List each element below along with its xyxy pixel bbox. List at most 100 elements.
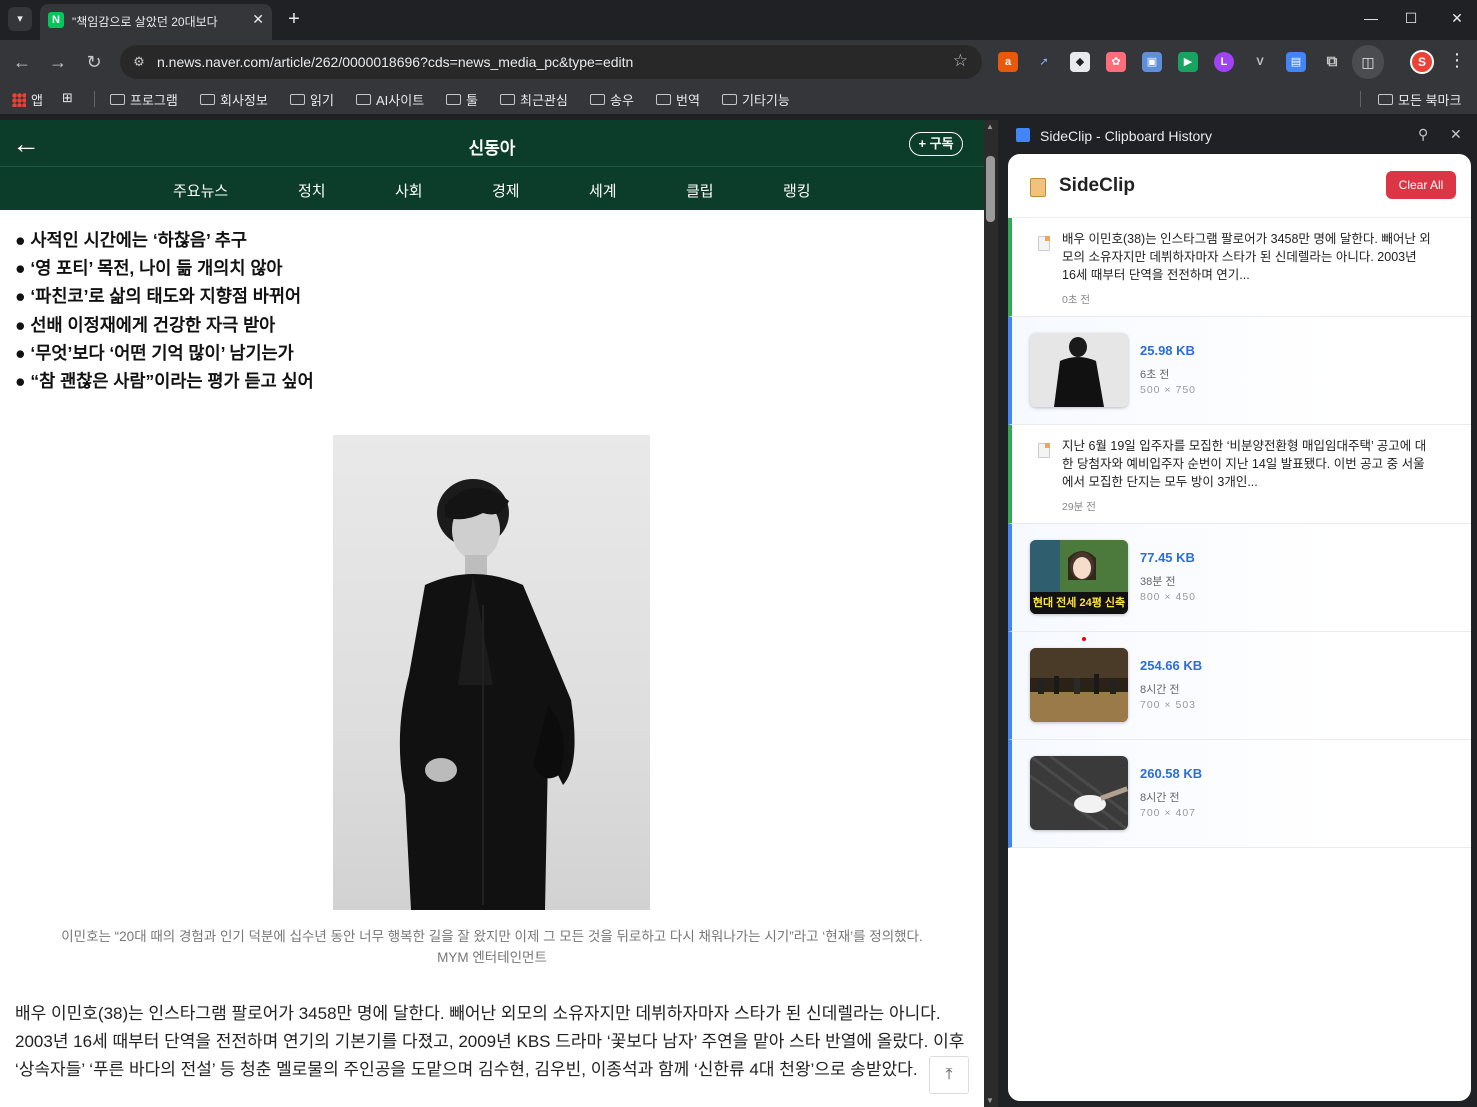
scroll-up-icon[interactable]: ▲ (986, 122, 994, 131)
active-tab[interactable]: N "책임감으로 살았던 20대보다 ✕ (40, 4, 272, 40)
clip-thumbnail (1030, 648, 1128, 722)
clip-time: 6초 전 (1140, 369, 1170, 381)
minimize-button[interactable]: — (1356, 6, 1386, 30)
extension-7-icon[interactable]: L (1214, 52, 1234, 72)
extensions-puzzle-icon[interactable]: ⧉ (1322, 52, 1342, 72)
bookmarks-bar: 앱 ⊞ 프로그램 회사정보 읽기 AI사이트 툴 최근관심 송우 번역 기타기능… (0, 84, 1477, 114)
sideclip-extension-icon[interactable]: ▤ (1286, 52, 1306, 72)
highlight-item: ● 선배 이정재에게 건강한 자극 받아 (15, 314, 276, 335)
clip-dimensions: 700 × 503 (1140, 699, 1197, 711)
bookmark-folder[interactable]: 회사정보 (200, 90, 268, 109)
extension-3-icon[interactable]: ◆ (1070, 52, 1090, 72)
sideclip-icon (1016, 128, 1030, 142)
clip-item-image[interactable]: 25.98 KB 6초 전 500 × 750 (1008, 317, 1471, 425)
reload-button[interactable]: ↻ (82, 50, 106, 74)
back-button[interactable]: ← (10, 50, 34, 74)
bookmark-folder[interactable]: 송우 (590, 90, 634, 109)
bookmark-folder[interactable]: 번역 (656, 90, 700, 109)
extension-5-icon[interactable]: ▣ (1142, 52, 1162, 72)
bookmark-folder[interactable]: 읽기 (290, 90, 334, 109)
notification-dot (1082, 637, 1086, 641)
folder-icon (656, 94, 671, 105)
folder-icon (290, 94, 305, 105)
new-tab-button[interactable]: + (282, 7, 306, 31)
close-window-button[interactable]: ✕ (1442, 6, 1472, 30)
tab-clip[interactable]: 클립 (686, 180, 714, 201)
tab-search-button[interactable]: ▾ (8, 7, 32, 31)
tab-economy[interactable]: 경제 (492, 180, 520, 201)
clip-size: 254.66 KB (1140, 658, 1203, 673)
site-info-icon[interactable]: ⚙ (128, 51, 150, 73)
photo-caption: 이민호는 “20대 때의 경험과 인기 덕분에 십수년 동안 너무 행복한 길을… (20, 926, 964, 968)
bookmark-folder[interactable]: 기타기능 (722, 90, 790, 109)
tab-title: "책임감으로 살았던 20대보다 (72, 15, 218, 29)
maximize-button[interactable]: ☐ (1396, 6, 1426, 30)
bookmark-folder[interactable]: 툴 (446, 90, 478, 109)
folder-icon (590, 94, 605, 105)
all-bookmarks-folder[interactable]: 모든 북마크 (1378, 90, 1461, 109)
tab-close-icon[interactable]: ✕ (252, 11, 264, 28)
clip-dimensions: 800 × 450 (1140, 591, 1197, 603)
tab-strip: ▾ N "책임감으로 살았던 20대보다 ✕ + — ☐ ✕ (0, 0, 1477, 40)
folder-icon (110, 94, 125, 105)
scroll-down-icon[interactable]: ▼ (986, 1096, 994, 1105)
apps-grid-icon (12, 92, 26, 107)
photo-credit: MYM 엔터테인먼트 (437, 950, 547, 965)
bookmark-apps[interactable]: 앱 (12, 90, 43, 109)
clip-text: 지난 6월 19일 입주자를 모집한 ‘비분양전환형 매입임대주택’ 공고에 대… (1062, 439, 1427, 489)
side-panel: SideClip - Clipboard History ⚲ ✕ SideCli… (1000, 118, 1477, 1107)
extension-2-icon[interactable]: ➚ (1034, 52, 1054, 72)
clip-thumbnail (1030, 756, 1128, 830)
clip-item-text[interactable]: 지난 6월 19일 입주자를 모집한 ‘비분양전환형 매입임대주택’ 공고에 대… (1008, 425, 1471, 524)
extension-8-icon[interactable]: V (1250, 52, 1270, 72)
tab-ranking[interactable]: 랭킹 (783, 180, 811, 201)
highlight-item: ● ‘영 포티’ 목전, 나이 듦 개의치 않아 (15, 258, 283, 279)
clip-item-image[interactable]: 현대 전세 24평 신축 77.45 KB 38분 전 800 × 450 (1008, 524, 1471, 632)
chrome-menu-icon[interactable]: ⋮ (1448, 50, 1466, 71)
clip-thumbnail (1030, 333, 1128, 407)
extension-6-icon[interactable]: ▶ (1178, 52, 1198, 72)
side-panel-toggle-icon[interactable]: ◫ (1352, 45, 1384, 79)
bookmark-separator (94, 91, 95, 107)
extension-1-icon[interactable]: a (998, 52, 1018, 72)
clear-all-button[interactable]: Clear All (1386, 171, 1456, 199)
bookmark-folder[interactable]: 최근관심 (500, 90, 568, 109)
section-nav: 주요뉴스 정치 사회 경제 세계 클립 랭킹 (0, 166, 984, 210)
extension-4-icon[interactable]: ✿ (1106, 52, 1126, 72)
scrollbar-thumb[interactable] (986, 156, 995, 222)
scroll-to-top-icon[interactable]: ⤒ (929, 1056, 969, 1094)
folder-icon (722, 94, 737, 105)
url-text[interactable]: n.news.naver.com/article/262/0000018696?… (157, 54, 633, 70)
clip-item-image[interactable]: 260.58 KB 8시간 전 700 × 407 (1008, 740, 1471, 848)
page-scrollbar[interactable] (984, 120, 998, 1107)
forward-button[interactable]: → (46, 50, 70, 74)
side-panel-header: SideClip - Clipboard History ⚲ ✕ (1000, 118, 1477, 154)
close-panel-icon[interactable]: ✕ (1450, 126, 1462, 143)
bookmark-star-icon[interactable]: ☆ (953, 51, 968, 71)
bookmark-folder[interactable]: AI사이트 (356, 90, 424, 109)
clip-time: 8시간 전 (1140, 792, 1180, 804)
tab-groups-icon[interactable]: ⊞ (62, 90, 73, 106)
portrait-figure (399, 479, 575, 910)
tab-politics[interactable]: 정치 (298, 180, 326, 201)
clipboard-icon (1030, 178, 1046, 197)
address-bar[interactable]: ⚙ n.news.naver.com/article/262/000001869… (120, 45, 982, 79)
clip-time: 38분 전 (1140, 576, 1176, 588)
tab-main-news[interactable]: 주요뉴스 (173, 180, 228, 201)
clip-time: 0초 전 (1062, 294, 1091, 306)
article-photo[interactable] (333, 435, 650, 910)
clip-item-text[interactable]: 배우 이민호(38)는 인스타그램 팔로어가 3458만 명에 달한다. 빼어난… (1008, 218, 1471, 317)
clip-dimensions: 500 × 750 (1140, 384, 1197, 396)
tab-society[interactable]: 사회 (395, 180, 423, 201)
clipboard-panel: SideClip Clear All 배우 이민호(38)는 인스타그램 팔로어… (1008, 154, 1471, 1101)
bookmark-folder[interactable]: 프로그램 (110, 90, 178, 109)
clip-size: 25.98 KB (1140, 343, 1195, 358)
profile-avatar[interactable]: S (1410, 50, 1434, 74)
clip-item-image[interactable]: 254.66 KB 8시간 전 700 × 503 (1008, 632, 1471, 740)
tab-world[interactable]: 세계 (589, 180, 617, 201)
subscribe-button[interactable]: + 구독 (909, 132, 963, 156)
thumbnail-caption: 현대 전세 24평 신축 (1032, 597, 1126, 609)
panel-toolbar: SideClip Clear All (1008, 154, 1471, 218)
clip-size: 77.45 KB (1140, 550, 1195, 565)
pin-icon[interactable]: ⚲ (1418, 126, 1428, 143)
